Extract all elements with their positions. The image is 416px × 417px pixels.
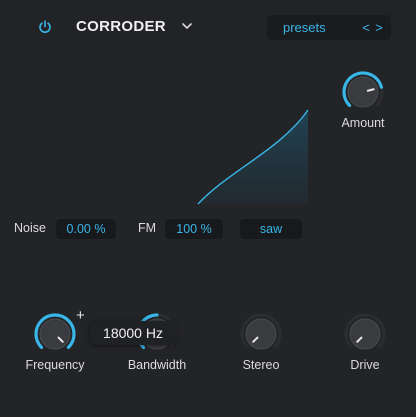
drive-label: Drive	[350, 358, 380, 372]
curve-fill	[198, 110, 308, 204]
drive-knob-body	[349, 318, 381, 350]
stereo-label: Stereo	[242, 358, 280, 372]
presets-selector[interactable]: presets < >	[267, 15, 391, 40]
frequency-knob[interactable]	[30, 312, 80, 356]
presets-label[interactable]: presets	[283, 20, 326, 35]
module-dropdown[interactable]	[180, 18, 194, 34]
bandwidth-label: Bandwidth	[127, 358, 187, 372]
noise-label: Noise	[14, 221, 46, 235]
amount-knob[interactable]	[338, 70, 388, 114]
stereo-knob-body	[245, 318, 277, 350]
amount-label: Amount	[341, 116, 385, 130]
chevron-down-icon	[182, 23, 192, 29]
noise-value-field[interactable]: 0.00 %	[56, 219, 116, 239]
waveform-selector[interactable]: saw	[240, 219, 302, 239]
fm-value-field[interactable]: 100 %	[165, 219, 223, 239]
stereo-knob[interactable]	[236, 312, 286, 356]
frequency-knob-body	[39, 318, 71, 350]
frequency-label: Frequency	[25, 358, 85, 372]
value-tooltip: 18000 Hz	[90, 321, 176, 345]
preset-next-button[interactable]: >	[373, 19, 385, 35]
drive-knob[interactable]	[340, 312, 390, 356]
amount-knob-body	[347, 76, 379, 108]
header-bar: CORRODER presets < >	[0, 0, 416, 52]
chevron-left-icon: <	[362, 19, 370, 35]
module-name: CORRODER	[76, 18, 166, 35]
modulation-curve-display	[197, 109, 309, 205]
power-icon	[39, 20, 51, 33]
modulation-plus-icon[interactable]: +	[76, 307, 85, 324]
fm-label: FM	[138, 221, 157, 235]
preset-prev-button[interactable]: <	[360, 19, 372, 35]
corroder-panel: CORRODER presets < > Amount Noise 0.00 %…	[0, 0, 416, 417]
chevron-right-icon: >	[375, 19, 383, 35]
power-button[interactable]	[35, 17, 55, 37]
